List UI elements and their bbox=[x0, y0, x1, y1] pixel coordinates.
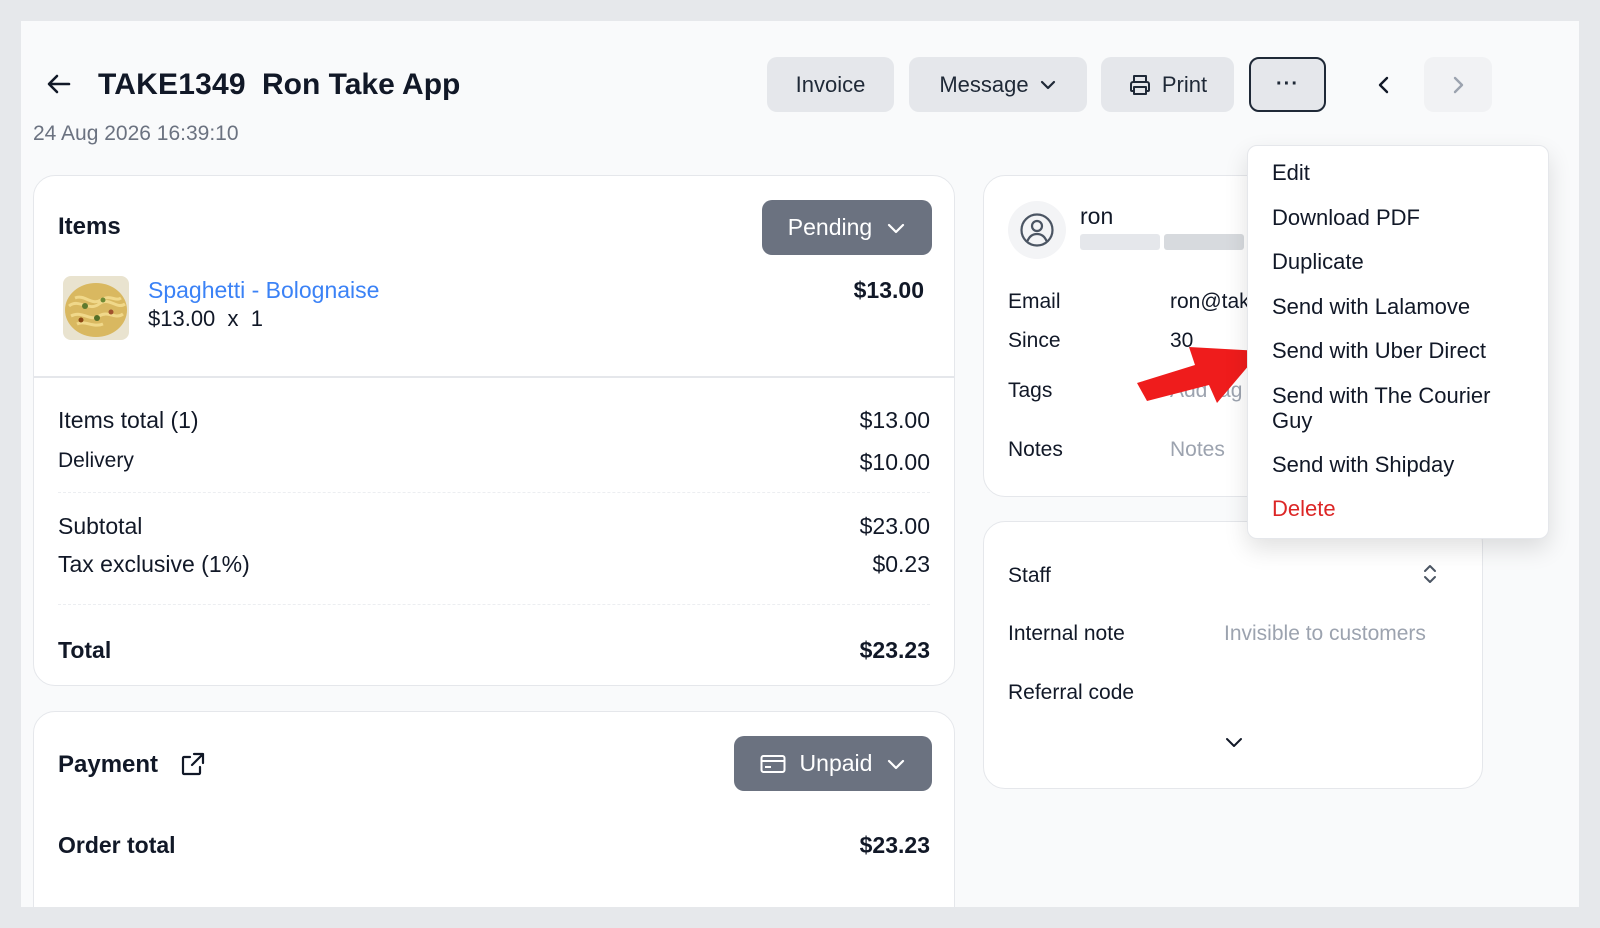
invoice-button[interactable]: Invoice bbox=[767, 57, 894, 112]
chevron-left-icon bbox=[1378, 76, 1389, 93]
chevron-down-icon bbox=[888, 759, 905, 769]
credit-card-icon bbox=[760, 754, 786, 773]
external-link-icon[interactable] bbox=[180, 751, 206, 777]
tags-label: Tags bbox=[1008, 379, 1053, 402]
back-arrow-icon[interactable] bbox=[45, 70, 73, 98]
staff-label: Staff bbox=[1008, 564, 1051, 587]
divider bbox=[58, 492, 930, 493]
menu-item-edit[interactable]: Edit bbox=[1248, 160, 1548, 205]
chevron-down-icon bbox=[1039, 76, 1057, 94]
tax-label: Tax exclusive (1%) bbox=[58, 551, 250, 577]
message-button[interactable]: Message bbox=[909, 57, 1087, 112]
notes-input[interactable]: Notes bbox=[1170, 438, 1225, 462]
menu-item-delete[interactable]: Delete bbox=[1248, 496, 1548, 541]
referral-code-label: Referral code bbox=[1008, 681, 1135, 704]
redacted-phone bbox=[1080, 234, 1160, 250]
user-circle-icon bbox=[1020, 213, 1054, 247]
subtotal-value: $23.00 bbox=[859, 513, 930, 539]
print-button-label: Print bbox=[1161, 71, 1208, 97]
menu-item-send-uber-direct[interactable]: Send with Uber Direct bbox=[1248, 338, 1548, 383]
delivery-value: $10.00 bbox=[859, 449, 930, 475]
menu-item-send-lalamove[interactable]: Send with Lalamove bbox=[1248, 294, 1548, 339]
order-status-dropdown[interactable]: Pending bbox=[762, 200, 932, 255]
items-total-value: $13.00 bbox=[859, 407, 930, 433]
next-order-button[interactable] bbox=[1424, 57, 1492, 112]
notes-label: Notes bbox=[1008, 438, 1063, 461]
order-total-value: $23.23 bbox=[859, 832, 930, 858]
message-button-label: Message bbox=[939, 71, 1029, 97]
order-total-label: Order total bbox=[58, 832, 176, 858]
staff-card: Staff Internal note Invisible to custome… bbox=[983, 521, 1483, 789]
divider bbox=[58, 604, 930, 605]
payment-status-dropdown[interactable]: Unpaid bbox=[734, 736, 932, 791]
staff-select[interactable] bbox=[1420, 562, 1440, 586]
chevron-up-down-icon bbox=[1424, 565, 1436, 583]
expand-button[interactable] bbox=[1224, 732, 1244, 752]
internal-note-label: Internal note bbox=[1008, 622, 1125, 645]
print-button[interactable]: Print bbox=[1101, 57, 1234, 112]
order-date: 24 Aug 2026 16:39:10 bbox=[33, 122, 239, 145]
more-actions-button[interactable]: ··· bbox=[1249, 57, 1326, 112]
redacted-phone bbox=[1164, 234, 1244, 250]
email-value: ron@tak bbox=[1170, 290, 1250, 313]
payment-status-label: Unpaid bbox=[799, 750, 873, 776]
order-status-label: Pending bbox=[787, 214, 873, 240]
chevron-down-icon bbox=[1226, 738, 1242, 747]
more-dots-icon: ··· bbox=[1276, 73, 1299, 95]
divider bbox=[34, 376, 954, 378]
product-link[interactable]: Spaghetti - Bolognaise bbox=[148, 277, 379, 304]
printer-icon bbox=[1128, 73, 1152, 97]
avatar bbox=[1008, 201, 1066, 259]
email-label: Email bbox=[1008, 290, 1061, 313]
previous-order-button[interactable] bbox=[1350, 57, 1418, 112]
more-actions-menu: Edit Download PDF Duplicate Send with La… bbox=[1247, 145, 1549, 539]
menu-item-download-pdf[interactable]: Download PDF bbox=[1248, 205, 1548, 250]
chevron-right-icon bbox=[1453, 76, 1464, 93]
order-id: TAKE1349 bbox=[98, 68, 246, 101]
order-detail-page: TAKE1349 Ron Take App 24 Aug 2026 16:39:… bbox=[21, 21, 1579, 907]
payment-card: Payment Unpaid Order total $23.23 bbox=[33, 711, 955, 907]
subtotal-label: Subtotal bbox=[58, 513, 143, 539]
menu-item-send-shipday[interactable]: Send with Shipday bbox=[1248, 452, 1548, 497]
invoice-button-label: Invoice bbox=[795, 71, 866, 97]
since-label: Since bbox=[1008, 329, 1061, 352]
annotation-arrow-icon bbox=[1133, 339, 1263, 419]
product-qty-line: $13.00 x 1 bbox=[148, 306, 263, 331]
menu-item-send-courier-guy[interactable]: Send with The Courier Guy bbox=[1248, 383, 1548, 452]
menu-item-duplicate[interactable]: Duplicate bbox=[1248, 249, 1548, 294]
items-title: Items bbox=[58, 213, 121, 240]
product-image bbox=[63, 276, 129, 340]
total-label: Total bbox=[58, 637, 112, 663]
customer-name[interactable]: ron bbox=[1080, 203, 1113, 230]
order-customer-name: Ron Take App bbox=[262, 68, 461, 101]
product-price: $13.00 bbox=[853, 277, 924, 303]
delivery-label: Delivery bbox=[58, 449, 134, 472]
internal-note-input[interactable]: Invisible to customers bbox=[1224, 622, 1426, 646]
items-total-label: Items total (1) bbox=[58, 407, 199, 433]
total-value: $23.23 bbox=[859, 637, 930, 663]
chevron-down-icon bbox=[888, 223, 905, 233]
items-card: Items Pending Spaghetti - Bolognaise $13… bbox=[33, 175, 955, 686]
tax-value: $0.23 bbox=[872, 551, 930, 577]
payment-title: Payment bbox=[58, 751, 159, 778]
